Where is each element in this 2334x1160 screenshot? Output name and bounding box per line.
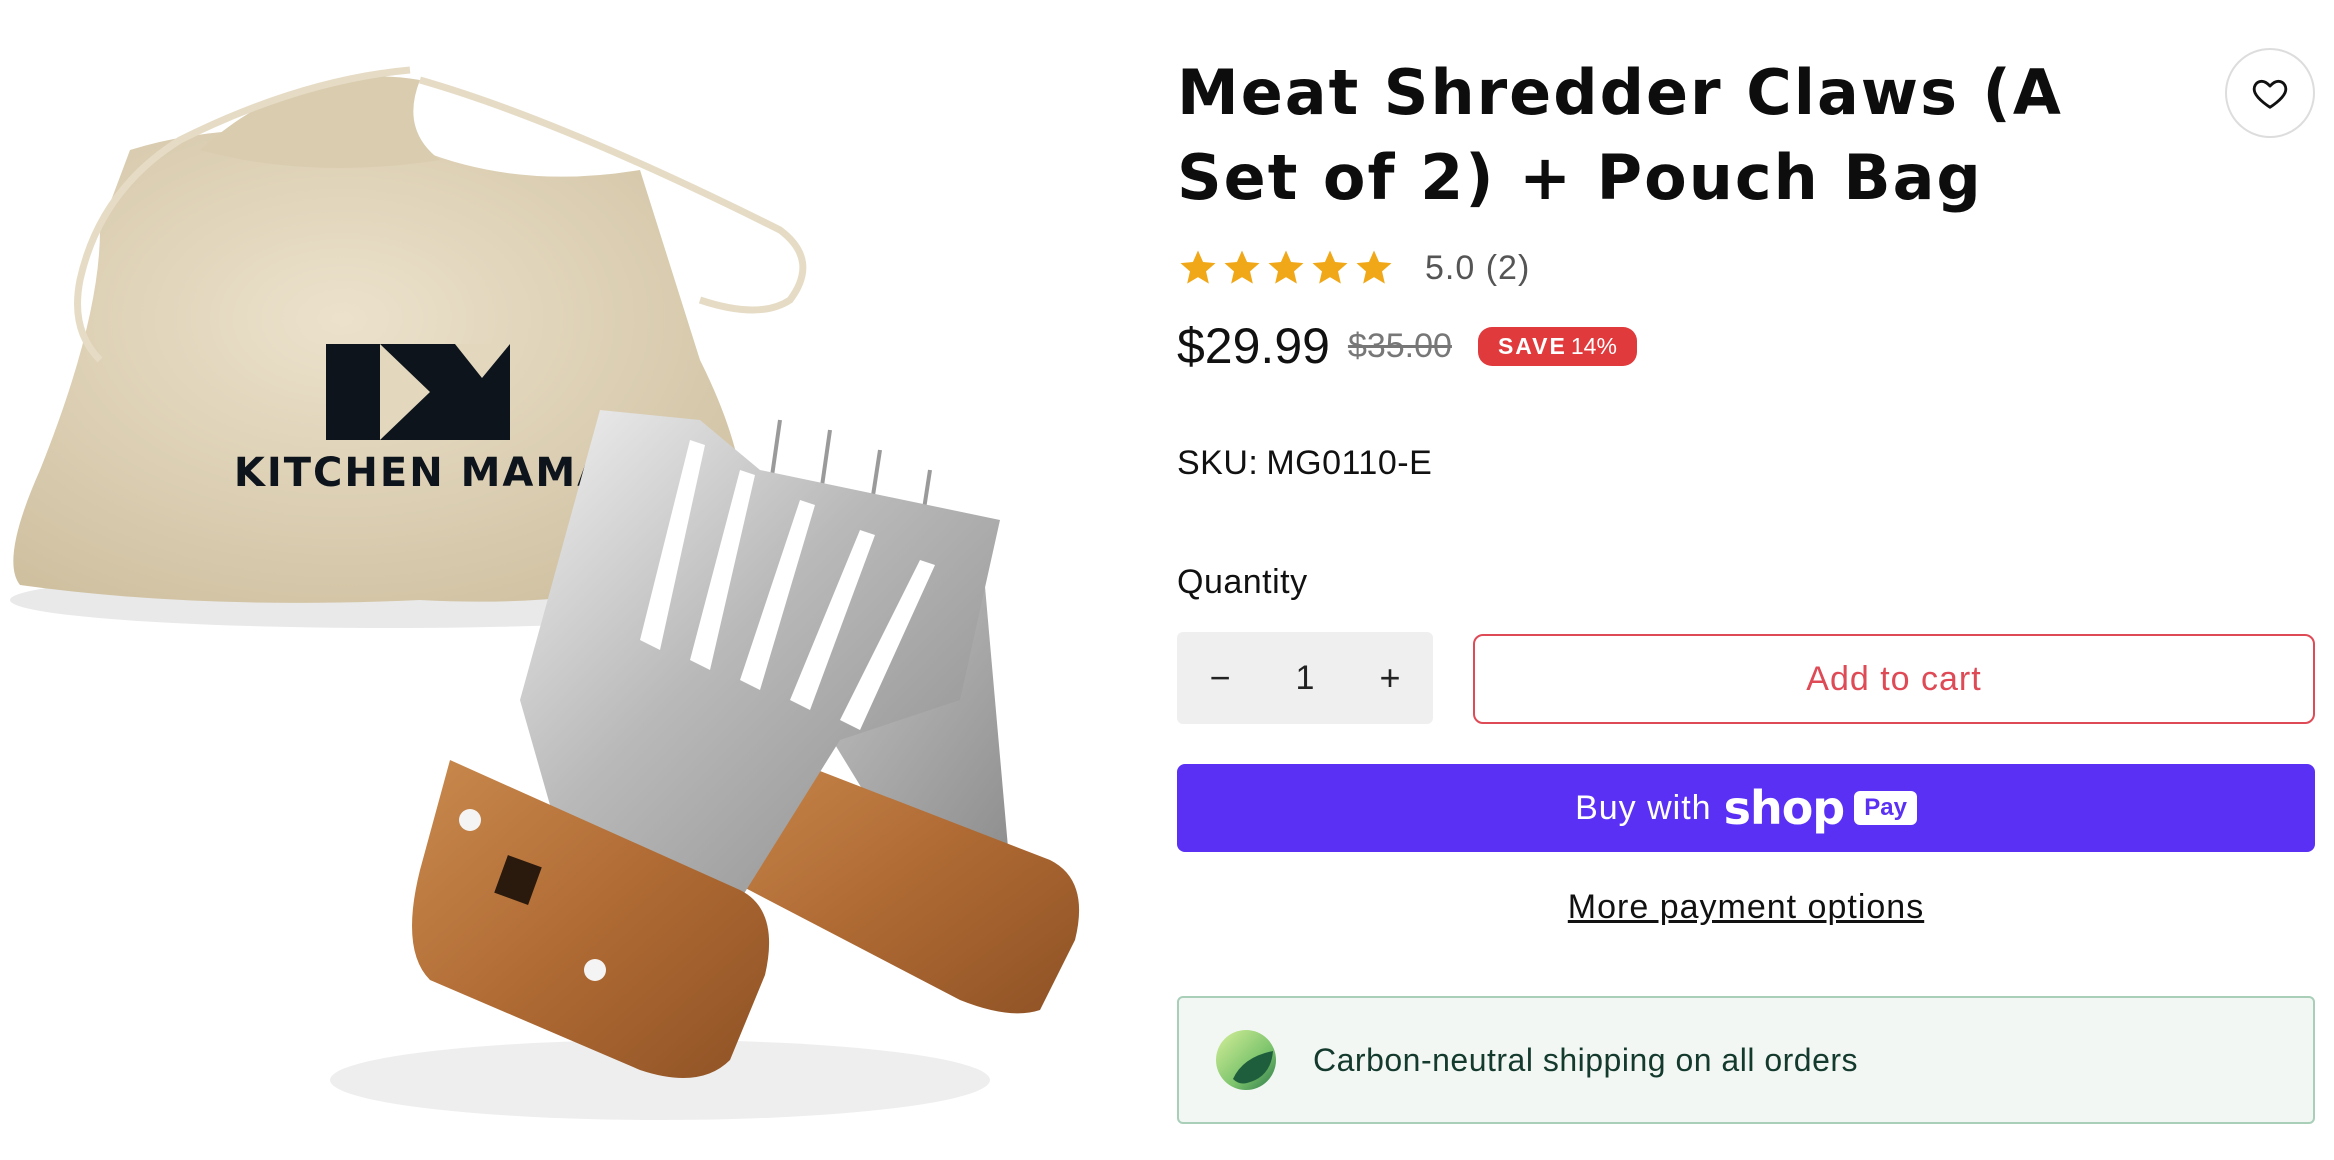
product-title: Meat Shredder Claws (A Set of 2) + Pouch… (1177, 56, 2063, 214)
shop-pay-prefix: Buy with (1575, 788, 1712, 827)
star-icon (1312, 250, 1348, 284)
more-payment-options-link[interactable]: More payment options (1177, 888, 2315, 927)
product-image[interactable]: KITCHEN MAMA (0, 0, 1130, 1160)
star-icon (1224, 250, 1260, 284)
sku-value: MG0110-E (1266, 444, 1433, 482)
compare-price: $35.00 (1347, 326, 1452, 365)
bag-brand-text: KITCHEN MAMA (234, 450, 610, 496)
save-badge-label: SAVE (1497, 332, 1567, 359)
save-badge: SAVE 14% (1477, 326, 1637, 366)
sale-price: $29.99 (1177, 318, 1330, 374)
wishlist-button[interactable] (2225, 48, 2315, 138)
carbon-neutral-banner: Carbon-neutral shipping on all orders (1177, 996, 2315, 1124)
star-icon (1268, 250, 1304, 284)
leaf-icon (1216, 1030, 1276, 1090)
quantity-decrement-button[interactable]: − (1177, 632, 1263, 724)
sku: SKU: MG0110-E (1177, 444, 1432, 483)
shipping-text: Carbon-neutral shipping on all orders (1313, 1041, 1859, 1078)
product-info: Meat Shredder Claws (A Set of 2) + Pouch… (1177, 0, 2317, 1160)
star-rating (1177, 247, 1395, 289)
quantity-label: Quantity (1177, 563, 1308, 601)
price-row: $29.99 $35.00 SAVE 14% (1177, 316, 1637, 376)
sku-label: SKU: (1177, 444, 1259, 482)
star-icon (1356, 250, 1392, 284)
product-page: KITCHEN MAMA Meat Shredder Claws (A Set … (0, 0, 2334, 1160)
product-photo-illustration: KITCHEN MAMA (10, 66, 1080, 1120)
add-to-cart-button[interactable]: Add to cart (1473, 634, 2315, 724)
heart-icon (2252, 79, 2288, 109)
buy-with-shop-pay-button[interactable]: Buy with shop Pay (1177, 764, 2315, 852)
shop-pay-chip: Pay (1854, 791, 1917, 825)
save-badge-percent: 14% (1570, 332, 1617, 359)
shop-pay-logo: shop (1723, 781, 1846, 835)
quantity-input[interactable] (1263, 648, 1347, 708)
rating-text: 5.0 (2) (1425, 248, 1531, 287)
rating[interactable]: 5.0 (2) (1177, 246, 1530, 290)
quantity-stepper: − + (1177, 632, 1433, 724)
star-icon (1180, 250, 1216, 284)
quantity-increment-button[interactable]: + (1347, 632, 1433, 724)
